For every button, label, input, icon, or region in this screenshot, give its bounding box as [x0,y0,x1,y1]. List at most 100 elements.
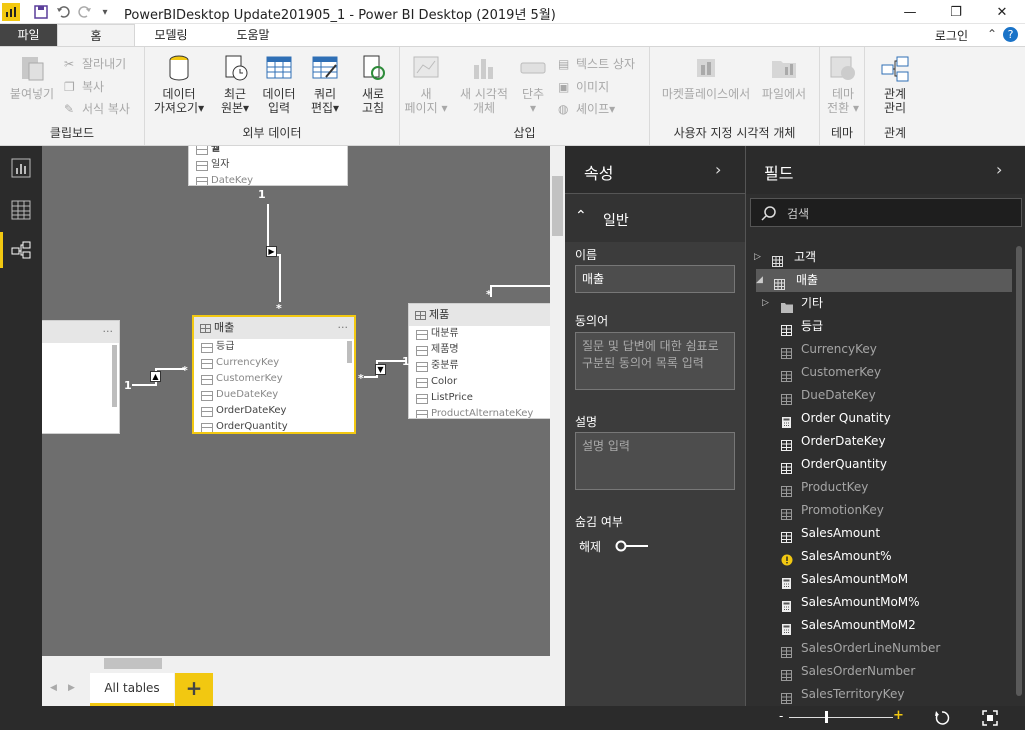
field-item[interactable]: ProductKey [754,476,1012,499]
zoom-in-button[interactable]: + [893,708,904,723]
field-item[interactable]: SalesAmountMoM% [754,591,1012,614]
zoom-out-button[interactable]: - [779,709,783,723]
card-scrollbar[interactable] [347,341,352,363]
undo-icon[interactable] [54,3,72,21]
field-item[interactable]: SalesAmountMoM [754,568,1012,591]
fit-to-screen-icon[interactable] [982,710,998,726]
report-view-icon[interactable] [11,158,31,178]
tab-help[interactable]: 도움말 [222,24,284,46]
edit-queries-button[interactable]: 쿼리 편집▾ [305,53,345,115]
expanded-caret-icon[interactable]: ◢ [756,269,763,292]
relationship-line[interactable] [279,254,281,302]
model-view-icon[interactable] [11,240,31,260]
get-data-button[interactable]: 데이터 가져오기▾ [149,53,209,115]
tab-modeling[interactable]: 모델링 [140,24,202,46]
field-item[interactable]: CurrencyKey [754,338,1012,361]
switch-theme-button[interactable]: 테마 전환 ▾ [824,53,862,115]
collapse-ribbon-icon[interactable]: ⌃ [987,27,997,41]
sales-table-card[interactable]: 매출 ··· 등급 CurrencyKey CustomerKey DueDate… [192,315,356,434]
new-page-button[interactable]: 새 페이지 ▾ [404,53,448,115]
name-field[interactable]: 매출 [575,265,735,293]
hidden-toggle[interactable] [615,540,649,552]
recent-sources-button[interactable]: 최근 원본▾ [213,53,257,115]
properties-pane: 속성 › ⌃ 일반 이름 매출 동의어 질문 및 답변에 대한 쉼표로 구분된 … [565,146,745,706]
cut-button[interactable]: ✂ 잘라내기 [64,55,126,72]
cardinality-one: 1 [124,379,132,392]
textbox-button[interactable]: ▤ 텍스트 상자 [558,55,635,72]
field-item[interactable]: SalesAmountMoM2 [754,614,1012,637]
redo-icon[interactable] [76,3,94,21]
product-table-card[interactable]: 제품 대분류 제품명 중분류 Color ListPrice ProductAl… [408,303,550,419]
relationship-line[interactable] [132,384,156,386]
data-view-icon[interactable] [11,200,31,220]
copy-button[interactable]: ❐ 복사 [64,78,104,95]
chevron-up-icon: ⌃ [575,208,587,224]
date-table-card[interactable]: 월 일자 DateKey [188,146,348,186]
format-painter-button[interactable]: ✎ 서식 복사 [64,100,130,117]
field-item[interactable]: OrderDateKey [754,430,1012,453]
save-icon[interactable] [32,3,50,21]
tab-home[interactable]: 홈 [57,24,135,46]
relationship-line[interactable] [155,368,185,370]
description-field[interactable]: 설명 입력 [575,432,735,490]
field-item[interactable]: CustomerKey [754,361,1012,384]
from-file-button[interactable]: 파일에서 [756,53,812,101]
field-item[interactable]: SalesOrderNumber [754,660,1012,683]
fields-scrollbar[interactable] [1016,246,1022,696]
tab-file[interactable]: 파일 [0,24,57,46]
quick-access-dropdown-icon[interactable]: ▾ [98,3,112,21]
field-item[interactable]: DueDateKey [754,384,1012,407]
reset-layout-icon[interactable] [934,710,950,726]
chevron-right-icon[interactable]: › [996,160,1002,179]
marketplace-button[interactable]: 마켓플레이스에서 [658,53,754,101]
bar-chart-icon [469,53,499,83]
field-item[interactable]: SalesTerritoryKey [754,683,1012,706]
canvas-vertical-scrollbar[interactable] [550,146,565,656]
scroll-thumb[interactable] [552,176,563,236]
relationship-line[interactable] [490,285,550,287]
refresh-button[interactable]: 새로 고침 [353,53,393,115]
restore-button[interactable]: ❐ [933,0,979,24]
chevron-right-icon[interactable]: › [715,160,721,179]
field-table-item[interactable]: ◢ 매출 [756,269,1012,292]
shape-button[interactable]: ◍ 셰이프 ▾ [558,100,615,117]
general-section-header[interactable]: ⌃ [565,194,745,242]
tab-all-tables[interactable]: All tables [90,673,174,706]
scroll-thumb[interactable] [104,658,162,669]
field-item[interactable]: SalesOrderLineNumber [754,637,1012,660]
tab-next-icon[interactable]: ▶ [68,683,75,693]
card-menu-icon[interactable]: ··· [103,321,114,343]
card-scrollbar[interactable] [112,345,117,407]
add-layout-button[interactable]: + [175,673,213,706]
field-item[interactable]: OrderQuantity [754,453,1012,476]
manage-relationships-button[interactable]: 관계 관리 [873,53,917,115]
enter-data-button[interactable]: 데이터 입력 [257,53,301,115]
customer-table-card[interactable]: ··· [42,320,120,434]
minimize-button[interactable]: — [887,0,933,24]
help-icon[interactable]: ? [1003,27,1018,42]
synonyms-field[interactable]: 질문 및 답변에 대한 쉼표로 구분된 동의어 목록 입력 [575,332,735,390]
field-item[interactable]: PromotionKey [754,499,1012,522]
card-menu-icon[interactable]: ··· [338,317,349,339]
expand-caret-icon[interactable]: ▷ [762,292,769,315]
field-item[interactable]: ▷ 기타 [754,292,1012,315]
canvas-horizontal-scrollbar[interactable] [42,656,550,671]
field-item[interactable]: 등급 [754,315,1012,338]
zoom-slider[interactable] [789,717,893,718]
expand-caret-icon[interactable]: ▷ [754,246,761,269]
image-button[interactable]: ▣ 이미지 [558,78,609,95]
field-label: SalesAmountMoM% [801,595,920,609]
field-item[interactable]: SalesAmount [754,522,1012,545]
button-insert[interactable]: 단추 ▾ [516,53,550,115]
model-canvas[interactable]: 월 일자 DateKey ··· 매출 ··· 등급 CurrencyKey Cu… [42,146,550,656]
field-search-input[interactable]: 검색 [750,198,1022,227]
field-table-item[interactable]: ▷ 고객 [754,246,1012,269]
field-item[interactable]: SalesAmount% [754,545,1012,568]
paste-button[interactable]: 붙여넣기 [6,53,58,101]
tab-prev-icon[interactable]: ◀ [50,683,57,693]
zoom-slider-thumb[interactable] [825,711,828,723]
new-visual-button[interactable]: 새 시각적 개체 [456,53,512,115]
login-link[interactable]: 로그인 [935,27,968,44]
field-item[interactable]: Order Qunatity [754,407,1012,430]
close-button[interactable]: ✕ [979,0,1025,24]
